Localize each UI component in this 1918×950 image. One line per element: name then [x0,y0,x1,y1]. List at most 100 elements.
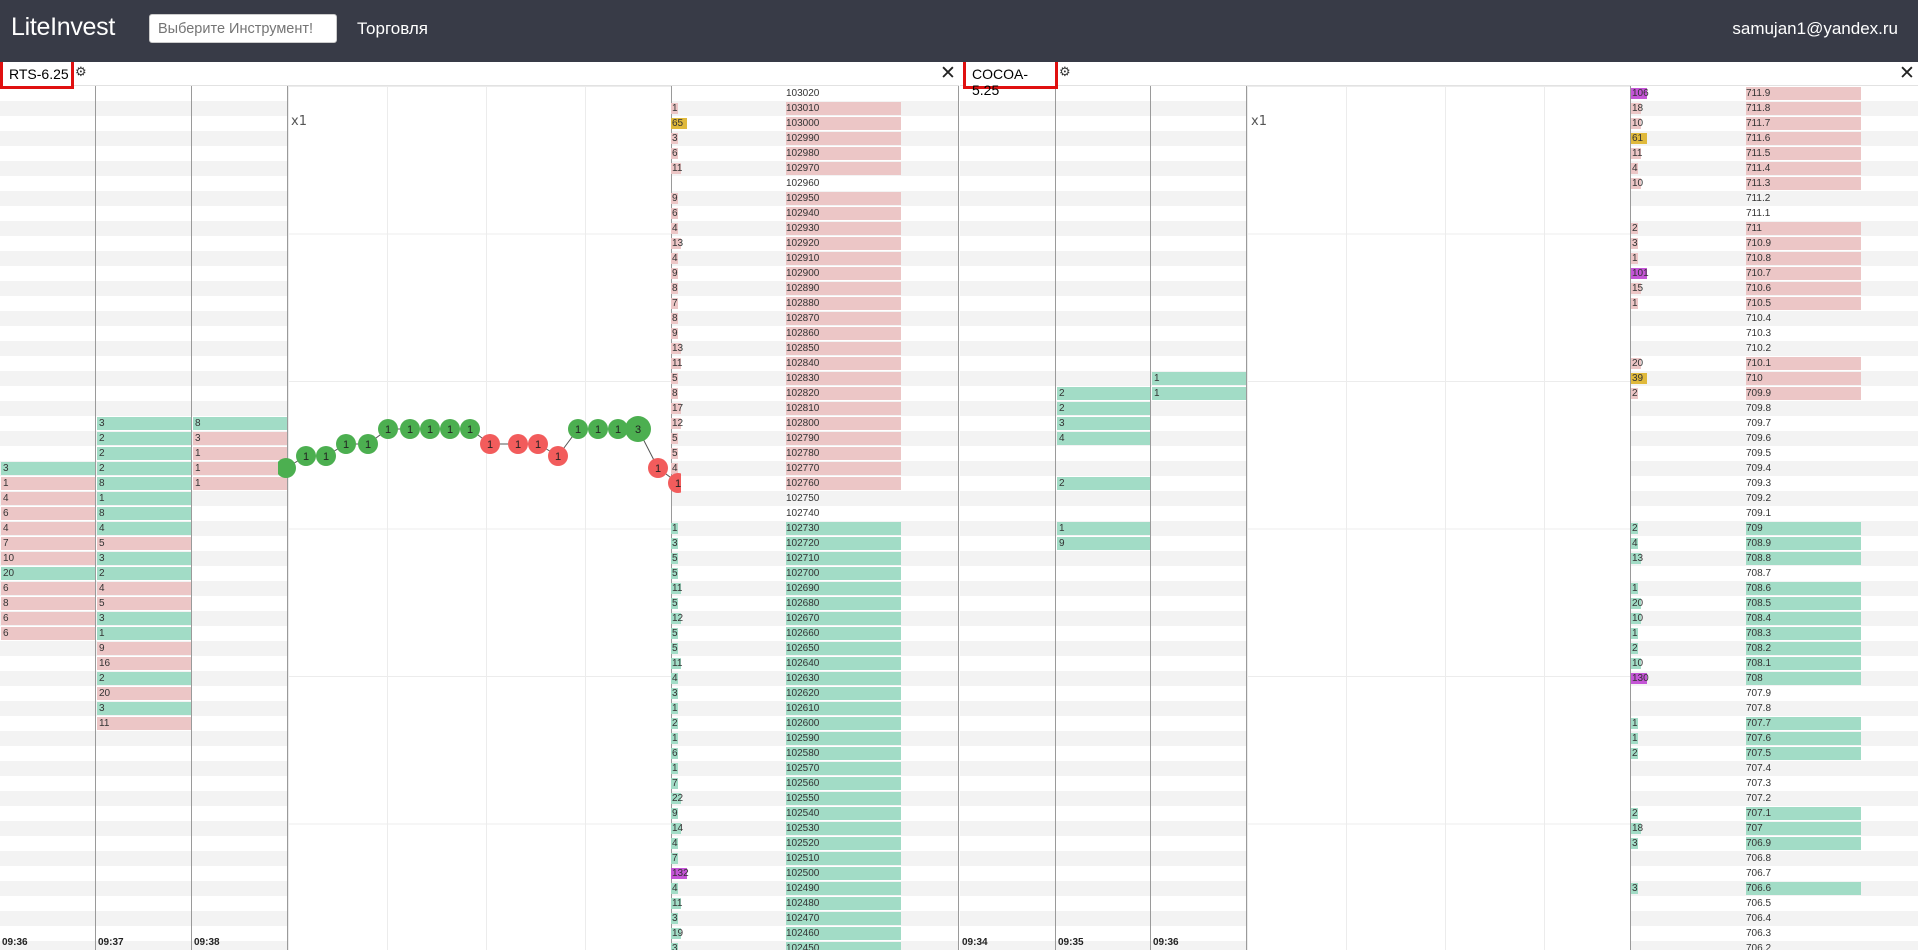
orderbook-volume[interactable]: 20 [1631,357,1643,370]
orderbook-price[interactable]: 711.2 [1746,192,1861,205]
orderbook-price[interactable]: 102970 [786,162,901,175]
orderbook-volume[interactable]: 3 [1631,237,1638,250]
orderbook-price[interactable]: 102450 [786,942,901,950]
orderbook-volume[interactable]: 2 [1631,222,1638,235]
orderbook-price[interactable]: 710.8 [1746,252,1861,265]
orderbook-price[interactable]: 102590 [786,732,901,745]
orderbook-price[interactable]: 102860 [786,327,901,340]
orderbook-price[interactable]: 709.6 [1746,432,1861,445]
orderbook-price[interactable]: 102690 [786,582,901,595]
orderbook-price[interactable]: 103010 [786,102,901,115]
orderbook-price[interactable]: 102880 [786,297,901,310]
orderbook-price[interactable]: 102980 [786,147,901,160]
orderbook-volume[interactable]: 18 [1631,102,1643,115]
orderbook-price[interactable]: 706.8 [1746,852,1861,865]
orderbook-price[interactable]: 102550 [786,792,901,805]
orderbook-volume[interactable]: 10 [1631,117,1643,130]
orderbook-price[interactable]: 707.7 [1746,717,1861,730]
orderbook-volume[interactable]: 1 [1631,627,1638,640]
orderbook-price[interactable]: 102640 [786,657,901,670]
orderbook-price[interactable]: 711.4 [1746,162,1861,175]
orderbook-price[interactable]: 706.7 [1746,867,1861,880]
orderbook-price[interactable]: 708.5 [1746,597,1861,610]
orderbook-price[interactable]: 102740 [786,507,901,520]
orderbook-volume[interactable]: 2 [1631,747,1638,760]
orderbook-price[interactable]: 710 [1746,372,1861,385]
orderbook-price[interactable]: 710.4 [1746,312,1861,325]
orderbook-price[interactable]: 102570 [786,762,901,775]
orderbook-price[interactable]: 706.6 [1746,882,1861,895]
nav-trade-link[interactable]: Торговля [357,19,428,39]
orderbook-price[interactable]: 102760 [786,477,901,490]
orderbook-price[interactable]: 706.3 [1746,927,1861,940]
orderbook-price[interactable]: 707.2 [1746,792,1861,805]
orderbook-price[interactable]: 711.5 [1746,147,1861,160]
orderbook-price[interactable]: 102720 [786,537,901,550]
orderbook-price[interactable]: 102700 [786,567,901,580]
orderbook-volume[interactable]: 61 [1631,132,1647,145]
close-panel-icon[interactable]: ✕ [1899,62,1915,84]
orderbook-volume[interactable]: 10 [1631,657,1643,670]
orderbook-price[interactable]: 709.5 [1746,447,1861,460]
orderbook-price[interactable]: 709.8 [1746,402,1861,415]
orderbook-price[interactable]: 102520 [786,837,901,850]
orderbook-volume[interactable]: 4 [1631,162,1638,175]
settings-gear-icon[interactable]: ⚙ [1059,65,1071,80]
orderbook-price[interactable]: 708.1 [1746,657,1861,670]
orderbook-price[interactable]: 102600 [786,717,901,730]
orderbook-price[interactable]: 708.7 [1746,567,1861,580]
orderbook-volume[interactable]: 101 [1631,267,1649,280]
settings-gear-icon[interactable]: ⚙ [75,65,87,80]
orderbook-price[interactable]: 103020 [786,87,901,100]
orderbook-price[interactable]: 102990 [786,132,901,145]
orderbook-price[interactable]: 709.3 [1746,477,1861,490]
orderbook-volume[interactable]: 13 [1631,552,1643,565]
orderbook-volume[interactable]: 10 [1631,612,1643,625]
orderbook-price[interactable]: 707.3 [1746,777,1861,790]
orderbook-price[interactable]: 707 [1746,822,1861,835]
orderbook-price[interactable]: 711.8 [1746,102,1861,115]
orderbook-price[interactable]: 102910 [786,252,901,265]
orderbook-price[interactable]: 708.2 [1746,642,1861,655]
orderbook-volume[interactable]: 2 [1631,387,1638,400]
orderbook-volume[interactable]: 10 [1631,177,1643,190]
orderbook-price[interactable]: 708.3 [1746,627,1861,640]
orderbook-price[interactable]: 102960 [786,177,901,190]
orderbook-volume[interactable]: 1 [1631,252,1638,265]
orderbook-price[interactable]: 102770 [786,462,901,475]
orderbook-price[interactable]: 707.6 [1746,732,1861,745]
orderbook-price[interactable]: 709.1 [1746,507,1861,520]
orderbook-volume[interactable]: 2 [1631,522,1638,535]
orderbook-price[interactable]: 707.4 [1746,762,1861,775]
orderbook-price[interactable]: 708 [1746,672,1861,685]
orderbook-price[interactable]: 710.9 [1746,237,1861,250]
orderbook-price[interactable]: 102490 [786,882,901,895]
orderbook-price[interactable]: 102620 [786,687,901,700]
orderbook-price[interactable]: 102560 [786,777,901,790]
orderbook-price[interactable]: 102940 [786,207,901,220]
orderbook-price[interactable]: 706.5 [1746,897,1861,910]
orderbook-price[interactable]: 710.5 [1746,297,1861,310]
orderbook-price[interactable]: 102800 [786,417,901,430]
orderbook-price[interactable]: 707.9 [1746,687,1861,700]
orderbook-volume[interactable]: 3 [1631,882,1638,895]
orderbook-price[interactable]: 711 [1746,222,1861,235]
orderbook-price[interactable]: 102580 [786,747,901,760]
trades-chart-area[interactable] [1247,86,1630,950]
orderbook-price[interactable]: 102920 [786,237,901,250]
orderbook-price[interactable]: 102900 [786,267,901,280]
orderbook-price[interactable]: 102790 [786,432,901,445]
orderbook-price[interactable]: 706.4 [1746,912,1861,925]
orderbook-price[interactable]: 709 [1746,522,1861,535]
orderbook-price[interactable]: 102650 [786,642,901,655]
orderbook-price[interactable]: 102630 [786,672,901,685]
close-panel-icon[interactable]: ✕ [940,62,956,84]
orderbook-price[interactable]: 710.1 [1746,357,1861,370]
orderbook-price[interactable]: 102480 [786,897,901,910]
orderbook-price[interactable]: 102680 [786,597,901,610]
orderbook-volume[interactable]: 20 [1631,597,1643,610]
orderbook-price[interactable]: 710.3 [1746,327,1861,340]
orderbook-price[interactable]: 711.3 [1746,177,1861,190]
instrument-search-input[interactable] [149,14,337,43]
orderbook-price[interactable]: 707.8 [1746,702,1861,715]
